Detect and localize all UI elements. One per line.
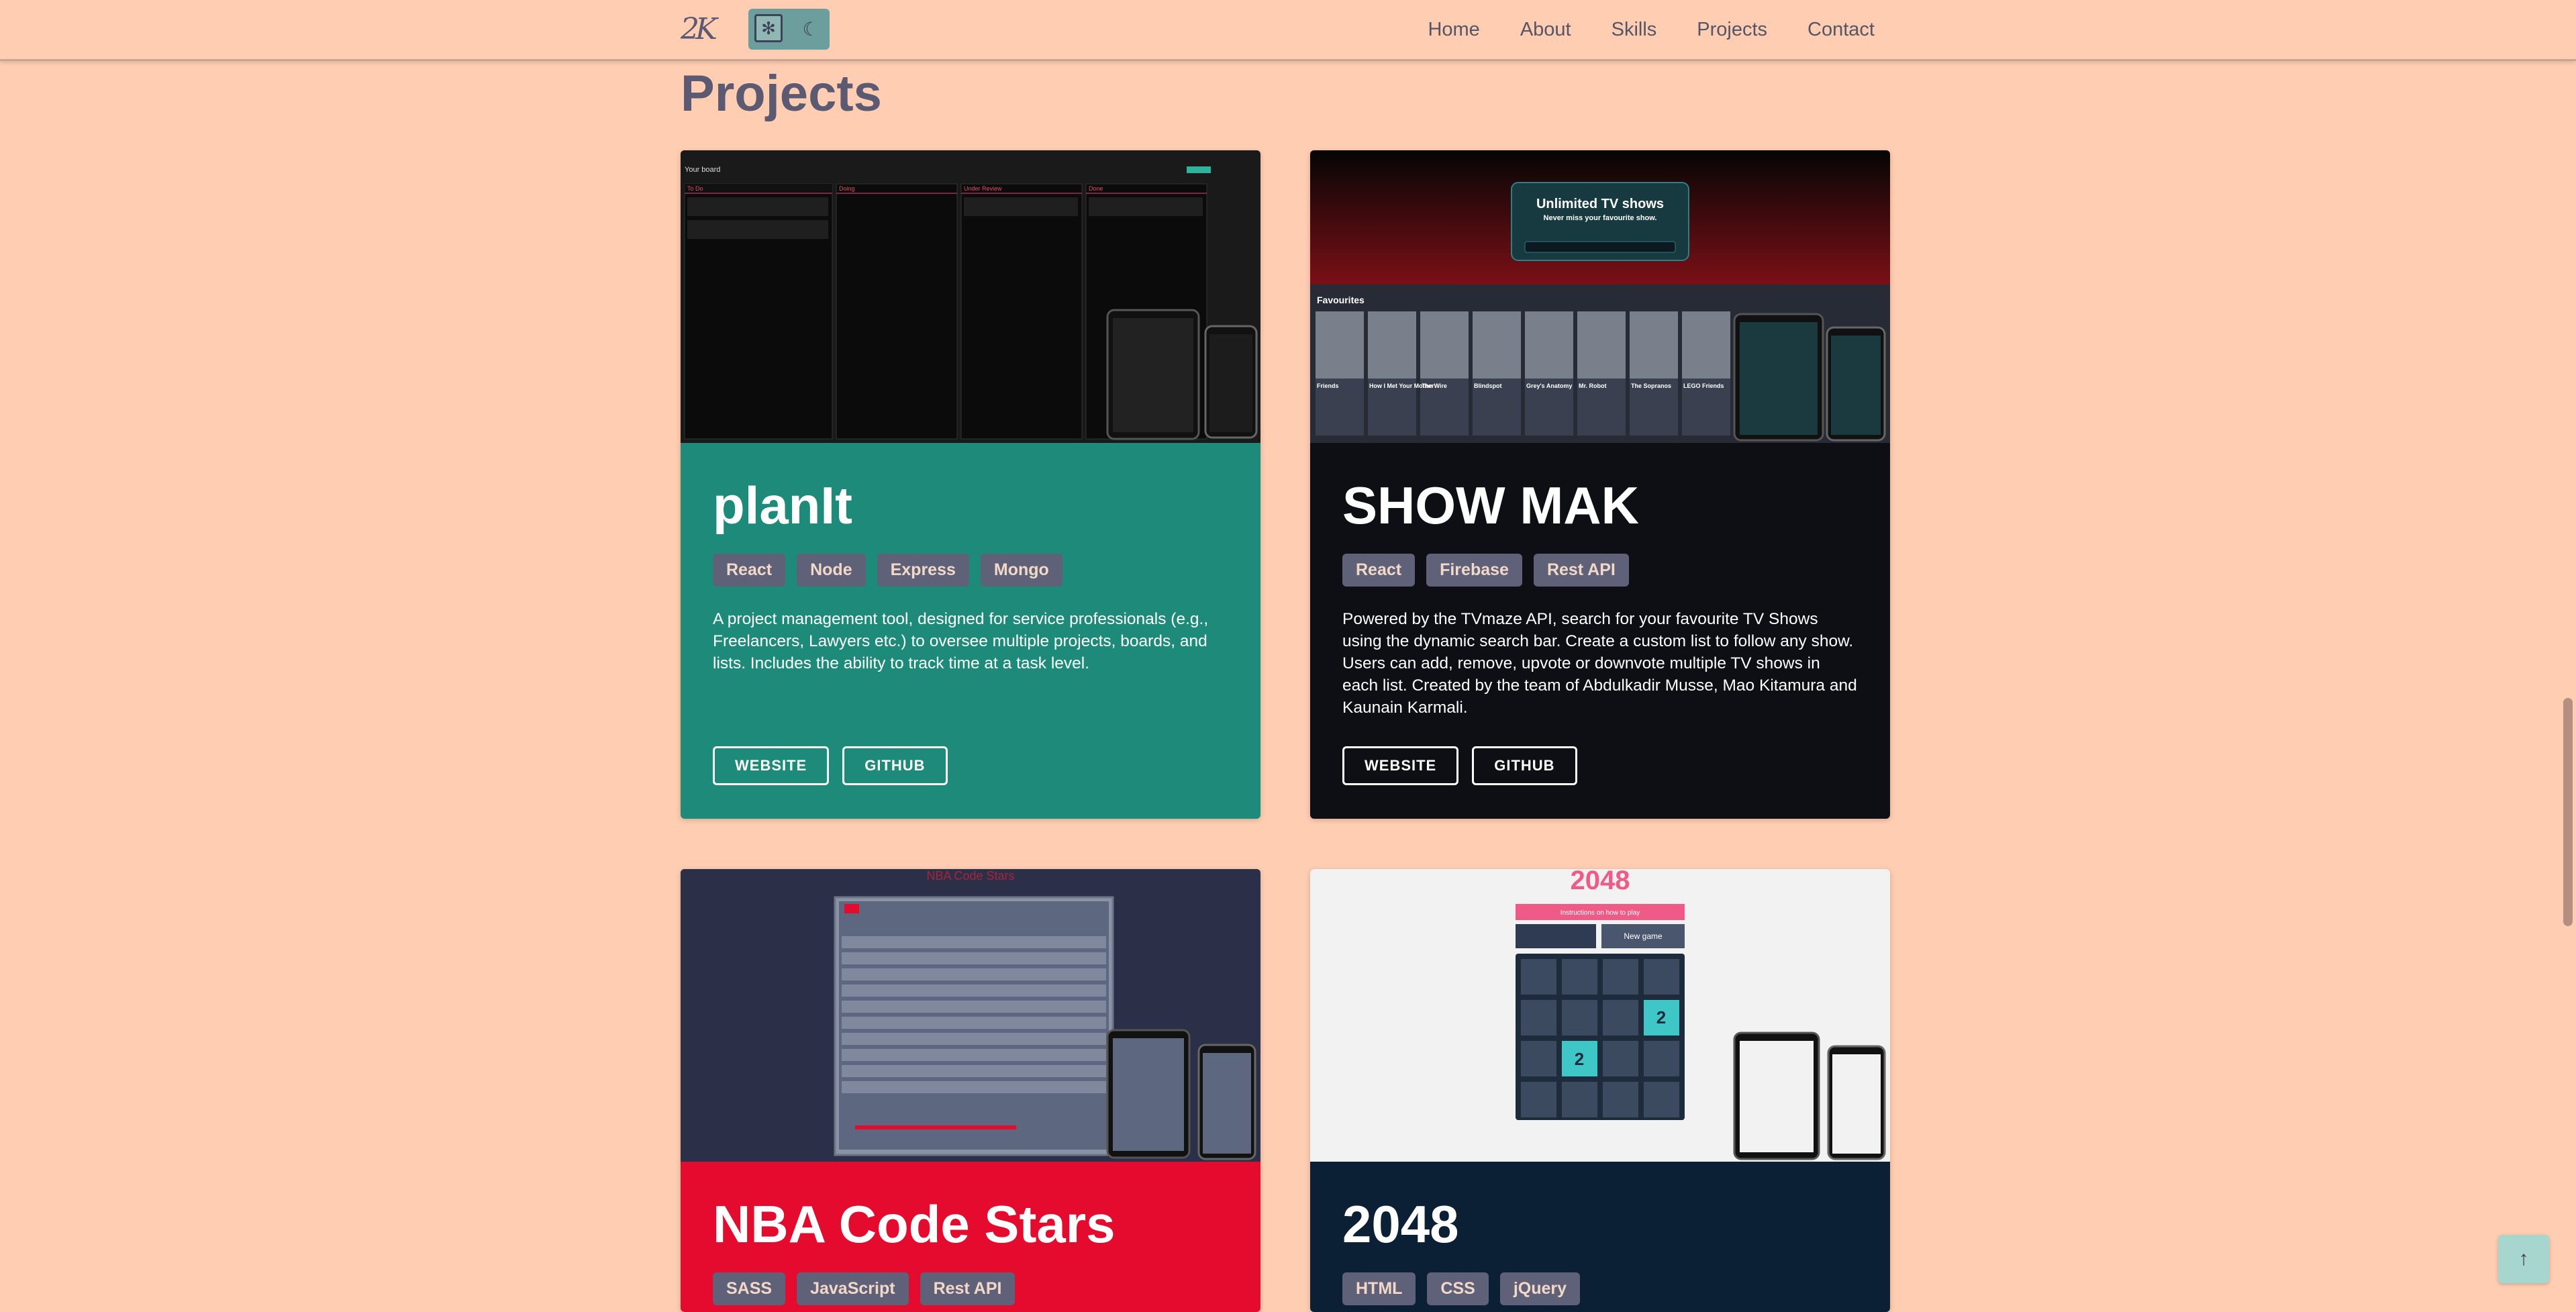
tech-tag: Firebase <box>1426 554 1522 587</box>
game-2048-preview: 2048 Instructions on how to play New gam… <box>1310 869 1890 1162</box>
website-button[interactable]: WEBSITE <box>1342 746 1459 785</box>
show-title: Grey's Anatomy <box>1526 383 1572 389</box>
nav-link-home[interactable]: Home <box>1428 19 1479 41</box>
show-title: Mr. Robot <box>1579 383 1607 389</box>
project-screenshot: Your board To Do Doing Under Review Done <box>681 150 1260 443</box>
show-title: The Sopranos <box>1631 383 1671 389</box>
showmak-list-title: Favourites <box>1317 295 1365 305</box>
tech-tags: React Node Express Mongo <box>713 554 1228 587</box>
project-title: SHOW MAK <box>1342 476 1639 535</box>
project-card-body: SHOW MAK React Firebase Rest API Powered… <box>1310 443 1890 719</box>
project-card-body: planIt React Node Express Mongo A projec… <box>681 443 1260 674</box>
project-description: Powered by the TVmaze API, search for yo… <box>1342 610 1857 717</box>
project-card-nba: NBA Code Stars NBA Code Stars SASS JavaS… <box>681 869 1260 1312</box>
project-description: A project management tool, designed for … <box>713 610 1209 672</box>
page-scrollbar[interactable] <box>2560 0 2576 1303</box>
planit-col-todo: To Do <box>687 185 703 192</box>
planit-col-review: Under Review <box>964 185 1002 192</box>
project-buttons: WEBSITE GITHUB <box>713 746 961 785</box>
planit-col-done: Done <box>1089 185 1103 192</box>
project-card-body: 2048 HTML CSS jQuery <box>1310 1162 1890 1305</box>
showmak-hero: Unlimited TV shows <box>1536 197 1664 211</box>
planit-col-doing: Doing <box>839 185 855 192</box>
nav-link-contact[interactable]: Contact <box>1807 19 1875 41</box>
project-title: 2048 <box>1342 1195 1459 1254</box>
project-buttons: WEBSITE GITHUB <box>1342 746 1591 785</box>
github-button[interactable]: GITHUB <box>1472 746 1577 785</box>
dark-mode-icon[interactable]: ☾ <box>797 15 825 43</box>
nav-link-about[interactable]: About <box>1520 19 1571 41</box>
project-screenshot: NBA Code Stars <box>681 869 1260 1162</box>
project-screenshot: 2048 Instructions on how to play New gam… <box>1310 869 1890 1162</box>
tech-tag: HTML <box>1342 1272 1416 1305</box>
site-logo[interactable]: 2K <box>681 12 721 46</box>
planit-preview: Your board To Do Doing Under Review Done <box>681 150 1260 443</box>
tech-tag: jQuery <box>1499 1272 1581 1305</box>
nba-preview-heading: NBA Code Stars <box>926 869 1014 882</box>
theme-toggle[interactable]: ✻ ☾ <box>748 9 830 50</box>
showmak-preview: Unlimited TV shows Never miss your favou… <box>1310 150 1890 443</box>
website-button[interactable]: WEBSITE <box>713 746 830 785</box>
nav-link-skills[interactable]: Skills <box>1612 19 1657 41</box>
project-title: planIt <box>713 476 852 535</box>
tech-tag: Express <box>877 554 969 587</box>
project-card-2048: 2048 Instructions on how to play New gam… <box>1310 869 1890 1312</box>
project-screenshot: Unlimited TV shows Never miss your favou… <box>1310 150 1890 443</box>
tech-tag: Mongo <box>980 554 1062 587</box>
section-title: Projects <box>681 65 882 122</box>
show-title: Blindspot <box>1474 383 1502 389</box>
show-title: The Wire <box>1422 383 1447 389</box>
tech-tags: React Firebase Rest API <box>1342 554 1858 587</box>
tech-tag: Rest API <box>1533 554 1629 587</box>
top-navbar: 2K ✻ ☾ Home About Skills Projects Contac… <box>0 0 2576 61</box>
tech-tag: React <box>1342 554 1416 587</box>
tech-tag: React <box>713 554 786 587</box>
nav-links: Home About Skills Projects Contact <box>1387 0 1875 59</box>
light-mode-icon[interactable]: ✻ <box>754 14 783 42</box>
tech-tag: JavaScript <box>797 1272 909 1305</box>
project-card-planit: Your board To Do Doing Under Review Done <box>681 150 1260 819</box>
tech-tag: Rest API <box>920 1272 1015 1305</box>
game-title: 2048 <box>1571 869 1630 895</box>
tech-tag: Node <box>797 554 866 587</box>
project-card-showmak: Unlimited TV shows Never miss your favou… <box>1310 150 1890 819</box>
project-card-body: NBA Code Stars SASS JavaScript Rest API <box>681 1162 1260 1305</box>
show-title: Friends <box>1317 383 1339 389</box>
planit-board-title: Your board <box>685 166 720 174</box>
tech-tags: HTML CSS jQuery <box>1342 1272 1858 1305</box>
tile-2: 2 <box>1575 1049 1584 1069</box>
showmak-hero-sub: Never miss your favourite show. <box>1544 214 1657 222</box>
scrollbar-thumb[interactable] <box>2563 698 2573 926</box>
arrow-up-icon: ↑ <box>2518 1248 2529 1270</box>
project-title: NBA Code Stars <box>713 1195 1116 1254</box>
scroll-to-top-button[interactable]: ↑ <box>2498 1235 2549 1283</box>
show-title: LEGO Friends <box>1683 383 1724 389</box>
tech-tags: SASS JavaScript Rest API <box>713 1272 1228 1305</box>
game-instructions: Instructions on how to play <box>1561 909 1640 917</box>
new-game-button: New game <box>1624 931 1663 941</box>
tech-tag: SASS <box>713 1272 786 1305</box>
nba-preview: NBA Code Stars <box>681 869 1260 1162</box>
github-button[interactable]: GITHUB <box>842 746 948 785</box>
nav-link-projects[interactable]: Projects <box>1697 19 1767 41</box>
tile-2: 2 <box>1656 1007 1666 1027</box>
tech-tag: CSS <box>1427 1272 1489 1305</box>
